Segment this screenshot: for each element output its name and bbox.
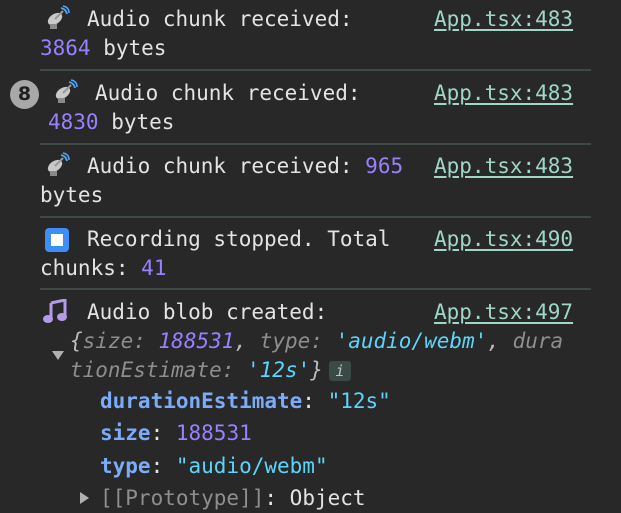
- preview-key: type: [259, 329, 311, 353]
- entry-divider: [40, 216, 591, 218]
- object-property: durationEstimate: "12s": [100, 389, 391, 413]
- collapse-triangle-icon[interactable]: [80, 492, 90, 504]
- entry-divider: [40, 143, 591, 145]
- log-message: Audio chunk received:: [95, 81, 361, 105]
- log-message: Recording stopped. Total: [87, 227, 391, 251]
- preview-key: size: [82, 329, 134, 353]
- source-link[interactable]: App.tsx:497: [434, 298, 573, 327]
- chunk-count: 41: [141, 256, 167, 280]
- repeat-count-badge: 8: [10, 80, 39, 109]
- object-preview-continued: tionEstimate: '12s'} i: [70, 356, 351, 385]
- stop-button-icon: [45, 228, 69, 252]
- source-link[interactable]: App.tsx:483: [434, 5, 573, 34]
- object-property: type: "audio/webm": [100, 454, 328, 478]
- satellite-antenna-icon: [55, 79, 78, 103]
- log-message-text: Audio chunk received:: [87, 154, 353, 178]
- byte-count: 3864: [40, 36, 91, 60]
- log-message: Audio blob created:: [87, 300, 328, 324]
- expand-triangle-icon[interactable]: [52, 351, 64, 361]
- preview-key: tionEstimate: [70, 358, 222, 382]
- source-link[interactable]: App.tsx:483: [434, 79, 573, 108]
- object-property: size: 188531: [100, 421, 252, 445]
- satellite-antenna-icon: [47, 5, 70, 29]
- log-message-continued: 4830 bytes: [48, 108, 174, 137]
- object-preview[interactable]: {size: 188531, type: 'audio/webm', dura: [70, 327, 563, 356]
- info-icon[interactable]: i: [328, 361, 351, 381]
- log-message-text: chunks:: [40, 256, 129, 280]
- prototype-value: Object: [289, 486, 366, 510]
- preview-colon: :: [310, 329, 336, 353]
- log-suffix: bytes: [111, 110, 175, 134]
- property-key: durationEstimate: [100, 389, 303, 413]
- musical-note-icon: [43, 299, 67, 323]
- preview-key: dura: [512, 329, 564, 353]
- property-value: 188531: [175, 421, 252, 445]
- preview-value: '12s': [247, 358, 311, 382]
- entry-divider: [40, 288, 591, 290]
- log-message: Audio chunk received: 965: [87, 152, 403, 181]
- prototype-key: [[Prototype]]: [100, 486, 265, 510]
- log-suffix: bytes: [40, 183, 104, 207]
- source-link[interactable]: App.tsx:490: [434, 225, 573, 254]
- preview-value: 188531: [158, 329, 235, 353]
- byte-count: 965: [365, 154, 404, 178]
- preview-value: 'audio/webm': [335, 329, 488, 353]
- property-value: "12s": [327, 389, 391, 413]
- log-suffix: bytes: [103, 36, 167, 60]
- entry-divider: [40, 69, 591, 71]
- property-value: "audio/webm": [175, 454, 328, 478]
- prototype-property[interactable]: [[Prototype]]: Object: [100, 484, 366, 513]
- property-key: type: [100, 454, 151, 478]
- satellite-antenna-icon: [47, 152, 70, 176]
- preview-colon: :: [133, 329, 159, 353]
- log-message-continued: 3864 bytes: [40, 34, 166, 63]
- log-message-continued: chunks: 41: [40, 254, 166, 283]
- byte-count: 4830: [48, 110, 99, 134]
- log-message: Audio chunk received:: [87, 7, 353, 31]
- preview-colon: :: [221, 358, 248, 382]
- source-link[interactable]: App.tsx:483: [434, 152, 573, 181]
- property-key: size: [100, 421, 151, 445]
